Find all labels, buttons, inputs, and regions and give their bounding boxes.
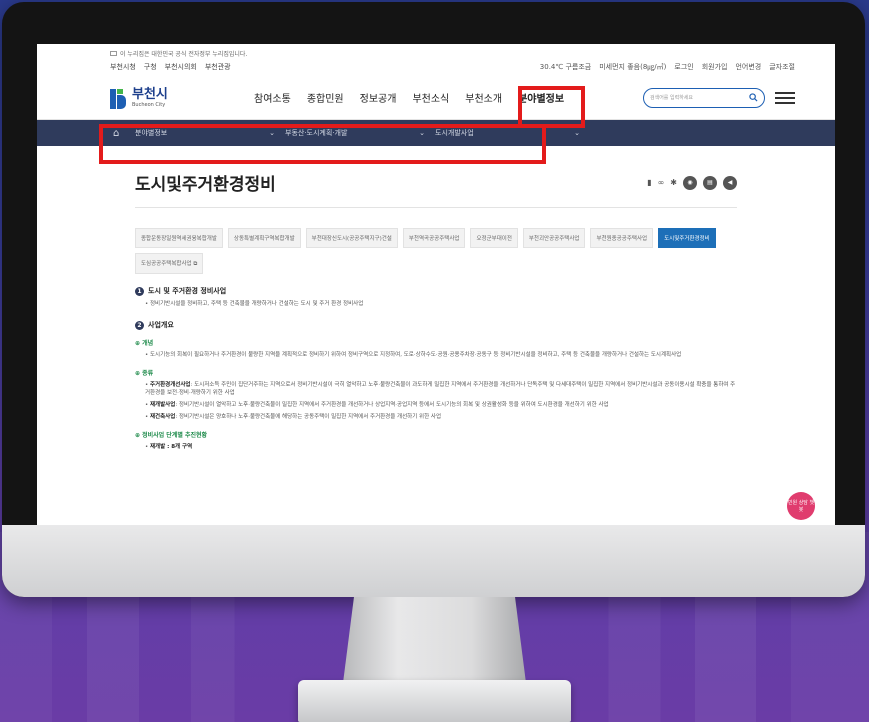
tab-public-housing[interactable]: 도심공공주택복합사업 ⧉ bbox=[135, 253, 204, 274]
main-menu: 참여소통 종합민원 정보공개 부천소식 부천소개 분야별정보 bbox=[254, 90, 564, 105]
search-box[interactable]: 검색어를 입력하세요 bbox=[643, 87, 765, 108]
page-title-row: 도시및주거환경정비 ▮ ∞ ✱ ◉ ▤ ◀ bbox=[135, 170, 737, 208]
monitor-stand-base bbox=[298, 680, 571, 722]
login-link[interactable]: 로그인 bbox=[674, 62, 693, 72]
tab-ojeong[interactable]: 오정군부대이전 bbox=[470, 228, 518, 248]
monitor-chin bbox=[2, 525, 865, 597]
sub-tabs: 종합운동장일원역세권융복합개발 상동특별계획구역복합개발 부천대장신도시(공공주… bbox=[135, 228, 737, 274]
type-1-text: • 주거환경개선사업: 도시저소득 주민이 집단거주하는 지역으로서 정비기반시… bbox=[145, 381, 736, 396]
tab-goean[interactable]: 부천괴안공공주택사업 bbox=[522, 228, 586, 248]
logo-mark-icon bbox=[110, 87, 126, 109]
site-logo[interactable]: 부천시 Bucheon City bbox=[110, 87, 210, 109]
gov-notice-bar: 이 누리집은 대한민국 공식 전자정부 누리집입니다. bbox=[37, 44, 835, 58]
location-depth1-label: 분야별정보 bbox=[135, 129, 168, 137]
utility-links: 30.4℃ 구름조금 미세먼지 좋음(8㎍/㎥) 로그인 회원가입 언어변경 글… bbox=[540, 62, 795, 72]
dust-info: 미세먼지 좋음(8㎍/㎥) bbox=[599, 63, 667, 71]
menu-about[interactable]: 부천소개 bbox=[465, 90, 502, 105]
util-link-city[interactable]: 부천시청 bbox=[110, 62, 136, 72]
menu-field-info[interactable]: 분야별정보 bbox=[518, 90, 564, 105]
menu-civil-service[interactable]: 종합민원 bbox=[307, 90, 344, 105]
section-2-title: 사업개요 bbox=[148, 321, 174, 330]
location-depth3-label: 도시개발사업 bbox=[435, 129, 474, 137]
type-3-text: • 재건축사업: 정비기반시설은 양호하나 노후·불량건축물에 해당하는 공동주… bbox=[145, 414, 442, 421]
chevron-down-icon: ⌄ bbox=[419, 129, 425, 137]
location-depth2-label: 부동산·도시계획·개발 bbox=[285, 129, 348, 137]
page-title: 도시및주거환경정비 bbox=[135, 175, 276, 195]
tab-urban-renewal[interactable]: 도시및주거환경정비 bbox=[658, 228, 716, 248]
chevron-down-icon: ⌄ bbox=[269, 129, 275, 137]
concept-heading: ⊕ 개념 bbox=[135, 340, 154, 348]
weather-info: 30.4℃ 구름조금 bbox=[539, 63, 592, 71]
tab-wonjong[interactable]: 부천원종공공주택사업 bbox=[590, 228, 654, 248]
external-link-icon: ⧉ bbox=[193, 261, 198, 267]
monitor-frame: 이 누리집은 대한민국 공식 전자정부 누리집입니다. 부천시청 구청 부천시의… bbox=[2, 2, 865, 597]
flag-icon bbox=[110, 50, 117, 56]
main-header: 부천시 Bucheon City 참여소통 종합민원 정보공개 부천소식 부천소… bbox=[37, 76, 835, 120]
chevron-down-icon: ⌄ bbox=[574, 129, 580, 137]
location-depth1[interactable]: 분야별정보 ⌄ bbox=[135, 128, 275, 138]
section-1-text: • 정비기반시설을 정비하고, 주택 등 건축물을 개량하거나 건설하는 도시 … bbox=[145, 301, 364, 307]
family-site-links: 부천시청 구청 부천시의회 부천관광 bbox=[110, 62, 231, 72]
util-link-district[interactable]: 구청 bbox=[144, 62, 157, 72]
location-nav: ⌂ 분야별정보 ⌄ 부동산·도시계획·개발 ⌄ 도시개발사업 ⌄ bbox=[37, 120, 835, 146]
link-icon[interactable]: ∞ bbox=[658, 178, 665, 187]
location-depth3[interactable]: 도시개발사업 ⌄ bbox=[435, 128, 580, 138]
monitor-stand-neck bbox=[343, 597, 526, 683]
stage-item: • 재개발 : 8개 구역 bbox=[145, 443, 193, 450]
monitor-screen: 이 누리집은 대한민국 공식 전자정부 누리집입니다. 부천시청 구청 부천시의… bbox=[37, 44, 835, 526]
stage-heading: ⊕ 정비사업 단계별 추진현황 bbox=[135, 431, 208, 439]
gov-notice-text: 이 누리집은 대한민국 공식 전자정부 누리집입니다. bbox=[120, 50, 248, 58]
logo-english-text: Bucheon City bbox=[132, 101, 166, 108]
logo-korean-text: 부천시 bbox=[132, 86, 168, 102]
share-icon[interactable]: ◉ bbox=[683, 175, 697, 190]
language-select[interactable]: 언어변경 bbox=[735, 62, 761, 72]
section-2-heading: 2 사업개요 bbox=[135, 320, 737, 330]
content-area: 도시및주거환경정비 ▮ ∞ ✱ ◉ ▤ ◀ 종합운동장일원역세권융복합개발 상동… bbox=[37, 170, 835, 451]
page-tools: ▮ ∞ ✱ ◉ ▤ ◀ bbox=[647, 175, 737, 190]
utility-bar: 부천시청 구청 부천시의회 부천관광 30.4℃ 구름조금 미세먼지 좋음(8㎍… bbox=[37, 58, 835, 76]
menu-news[interactable]: 부천소식 bbox=[412, 90, 449, 105]
tab-public-housing-label: 도심공공주택복합사업 bbox=[141, 261, 192, 267]
menu-info-disclosure[interactable]: 정보공개 bbox=[360, 90, 397, 105]
section-1-heading: 1 도시 및 주거환경 정비사업 bbox=[135, 286, 737, 296]
tab-stadium-station[interactable]: 종합운동장일원역세권융복합개발 bbox=[135, 228, 223, 248]
settings-icon[interactable]: ✱ bbox=[670, 178, 677, 187]
search-input[interactable]: 검색어를 입력하세요 bbox=[650, 94, 749, 101]
search-icon[interactable] bbox=[749, 93, 758, 102]
util-link-council[interactable]: 부천시의회 bbox=[165, 62, 197, 72]
menu-participation[interactable]: 참여소통 bbox=[254, 90, 291, 105]
util-link-tour[interactable]: 부천관광 bbox=[205, 62, 231, 72]
bookmark-icon[interactable]: ▮ bbox=[647, 178, 651, 187]
chatbot-button[interactable]: 민원 상담 챗봇 bbox=[787, 492, 815, 520]
home-icon[interactable]: ⌂ bbox=[113, 128, 135, 139]
section-number-icon: 2 bbox=[135, 320, 144, 330]
type-2-text: • 재개발사업: 정비기반시설이 열악하고 노후·불량건축물이 밀집한 지역에서… bbox=[145, 402, 609, 408]
font-size-control[interactable]: 글자조절 bbox=[769, 62, 795, 72]
types-heading: ⊕ 종류 bbox=[135, 369, 154, 377]
tab-sangdong[interactable]: 상동특별계획구역복합개발 bbox=[227, 228, 301, 248]
concept-text: • 도시기능의 회복이 필요하거나 주거환경이 불량한 지역을 계획적으로 정비… bbox=[145, 352, 682, 359]
location-depth2[interactable]: 부동산·도시계획·개발 ⌄ bbox=[285, 128, 425, 138]
menu-hamburger-icon[interactable] bbox=[775, 91, 795, 104]
tab-daejang[interactable]: 부천대장신도시(공공주택지구)건설 bbox=[305, 228, 398, 248]
section-number-icon: 1 bbox=[135, 286, 144, 296]
sns-share-icon[interactable]: ◀ bbox=[723, 175, 737, 190]
print-icon[interactable]: ▤ bbox=[703, 175, 717, 190]
section-1-title: 도시 및 주거환경 정비사업 bbox=[148, 287, 227, 295]
signup-link[interactable]: 회원가입 bbox=[702, 62, 728, 72]
tab-yeokgok[interactable]: 부천역곡공공주택사업 bbox=[402, 228, 466, 248]
